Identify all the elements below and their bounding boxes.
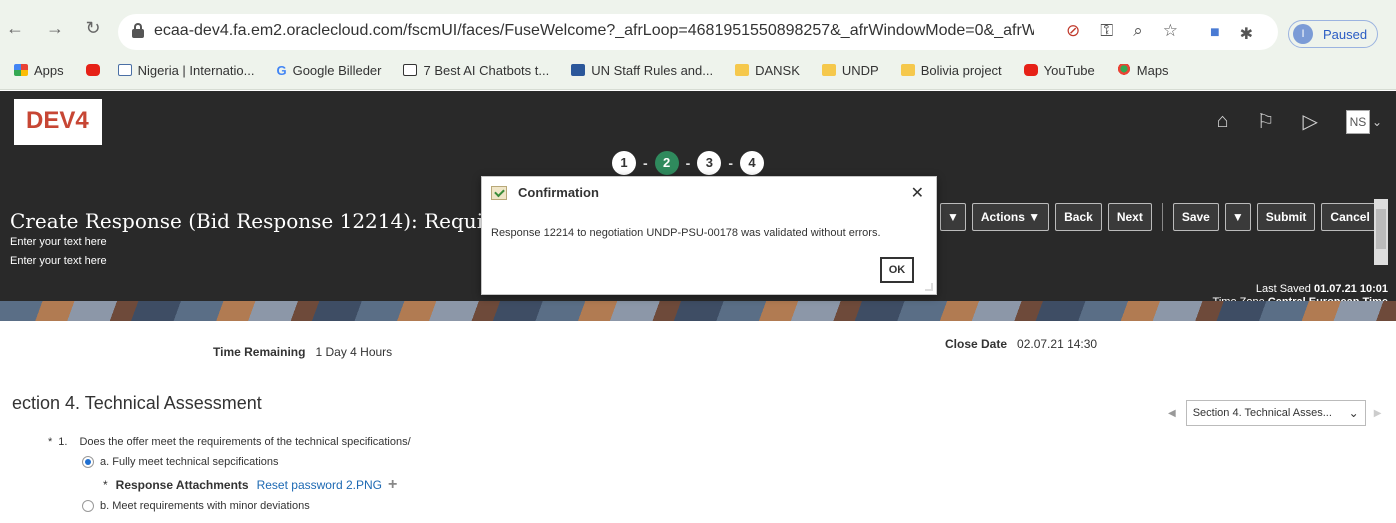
save-button[interactable]: Save — [1172, 203, 1219, 231]
step-2[interactable]: 2 — [654, 151, 679, 175]
next-section-icon[interactable]: ▶ — [1374, 408, 1382, 419]
navigator-icon[interactable]: ▷ — [1303, 109, 1318, 134]
submit-button[interactable]: Submit — [1256, 203, 1316, 231]
word-icon — [571, 64, 586, 76]
youtube-icon — [1023, 64, 1038, 76]
apps-grid-icon — [14, 64, 28, 76]
forward-arrow-icon[interactable]: → — [44, 18, 66, 39]
option-b[interactable]: b. Meet requirements with minor deviatio… — [82, 500, 310, 512]
address-bar[interactable]: ecaa-dev4.fa.em2.oraclecloud.com/fscmUI/… — [118, 14, 1278, 50]
bookmark-apps[interactable]: Apps — [14, 63, 64, 78]
attachment-link[interactable]: Reset password 2.PNG — [257, 478, 382, 492]
back-arrow-icon[interactable]: ← — [4, 18, 26, 39]
section-title: ection 4. Technical Assessment — [12, 393, 262, 413]
lock-icon[interactable] — [132, 23, 144, 39]
flag-icon[interactable]: ⚐ — [1257, 109, 1275, 134]
bookmark-youtube-small[interactable] — [85, 64, 106, 76]
bookmark-youtube[interactable]: YouTube — [1023, 63, 1095, 78]
add-attachment-icon[interactable]: + — [388, 476, 397, 494]
user-menu[interactable]: NS ⌄ — [1345, 109, 1382, 134]
browser-chrome: ← → ↻ ecaa-dev4.fa.em2.oraclecloud.com/f… — [0, 0, 1396, 90]
response-attachments: * Response Attachments Reset password 2.… — [103, 476, 398, 494]
star-icon[interactable]: ☆ — [1163, 21, 1178, 41]
step-4[interactable]: 4 — [740, 151, 765, 175]
radio-selected[interactable] — [82, 456, 94, 468]
section-select[interactable]: Section 4. Technical Asses... ⌄ — [1185, 400, 1366, 426]
close-icon[interactable]: ✕ — [911, 183, 924, 203]
back-button[interactable]: Back — [1055, 203, 1102, 231]
key-icon[interactable]: ⚿ — [1100, 21, 1113, 41]
decorative-banner — [0, 301, 1396, 321]
profile-status: Paused — [1323, 27, 1368, 42]
bookmark-nigeria[interactable]: Nigeria | Internatio... — [117, 63, 254, 78]
site-icon — [117, 64, 132, 76]
confirmation-dialog: Confirmation ✕ Response 12214 to negotia… — [481, 176, 937, 295]
youtube-icon — [85, 64, 100, 76]
option-a[interactable]: a. Fully meet technical sepcifications — [82, 456, 279, 468]
ok-button[interactable]: OK — [880, 257, 914, 283]
chevron-down-icon: ⌄ — [1371, 114, 1382, 129]
train-stops: 1 - 2 - 3 - 4 — [612, 151, 765, 175]
close-date: Close Date 02.07.21 14:30 — [945, 337, 1098, 351]
resize-grip[interactable] — [925, 283, 933, 291]
more-dropdown-button[interactable]: ▼ — [940, 203, 966, 231]
page-toolbar: ▼ Actions ▼ Back Next Save ▼ Submit Canc… — [940, 203, 1379, 231]
confirmation-icon — [491, 186, 507, 200]
chevron-down-icon: ⌄ — [1348, 406, 1359, 420]
folder-icon — [821, 64, 836, 76]
bookmark-dansk[interactable]: DANSK — [735, 63, 800, 78]
radio-unselected[interactable] — [82, 500, 94, 512]
google-icon: G — [276, 62, 287, 78]
previous-section-icon[interactable]: ◀ — [1168, 408, 1176, 419]
save-dropdown-button[interactable]: ▼ — [1224, 203, 1251, 231]
dialog-title: Confirmation — [518, 185, 599, 200]
reload-icon[interactable]: ↻ — [82, 18, 104, 39]
page-title: Create Response (Bid Response 12214): Re… — [10, 209, 557, 233]
folder-icon — [735, 64, 750, 76]
next-button[interactable]: Next — [1107, 203, 1152, 231]
blocked-popup-icon[interactable]: ⊘ — [1066, 21, 1080, 41]
bookmarks-bar: Apps Nigeria | Internatio... G Google Bil… — [14, 58, 1191, 82]
app-logo[interactable]: DEV4 — [14, 99, 102, 145]
bookmark-ai-chatbots[interactable]: 7 Best AI Chatbots t... — [403, 63, 549, 78]
header-scrollbar[interactable] — [1374, 199, 1388, 265]
bookmark-un-staff-rules[interactable]: UN Staff Rules and... — [571, 63, 713, 78]
lc-icon — [403, 64, 418, 76]
cancel-button[interactable]: Cancel — [1321, 203, 1379, 231]
extension-icon[interactable]: ■ — [1210, 24, 1220, 44]
question-1: * 1. Does the offer meet the requirements … — [48, 436, 411, 448]
maps-icon — [1116, 64, 1131, 76]
bookmark-google-billeder[interactable]: G Google Billeder — [276, 63, 381, 78]
bookmark-undp[interactable]: UNDP — [821, 63, 879, 78]
page-subtitle-2: Enter your text here — [10, 255, 107, 267]
actions-button[interactable]: Actions ▼ — [971, 203, 1050, 231]
profile-paused-button[interactable]: I Paused — [1288, 20, 1378, 48]
puzzle-icon[interactable]: ✱ — [1240, 24, 1253, 44]
step-1[interactable]: 1 — [612, 151, 636, 175]
url-text[interactable]: ecaa-dev4.fa.em2.oraclecloud.com/fscmUI/… — [154, 22, 1034, 40]
folder-icon — [900, 64, 915, 76]
section-navigator: ◀ Section 4. Technical Asses... ⌄ ▶ — [1168, 400, 1381, 426]
browser-nav-row: ← → ↻ ecaa-dev4.fa.em2.oraclecloud.com/f… — [0, 10, 1396, 54]
time-remaining: Time Remaining 1 Day 4 Hours — [213, 345, 393, 359]
zoom-icon[interactable]: ⌕ — [1133, 21, 1143, 41]
dialog-message: Response 12214 to negotiation UNDP-PSU-0… — [491, 227, 881, 239]
profile-avatar: I — [1293, 24, 1313, 44]
bookmark-maps[interactable]: Maps — [1116, 63, 1169, 78]
page-subtitle-1: Enter your text here — [10, 236, 107, 248]
step-3[interactable]: 3 — [697, 151, 722, 175]
home-icon[interactable]: ⌂ — [1217, 110, 1229, 133]
bookmark-bolivia[interactable]: Bolivia project — [900, 63, 1002, 78]
user-avatar: NS — [1345, 109, 1370, 134]
